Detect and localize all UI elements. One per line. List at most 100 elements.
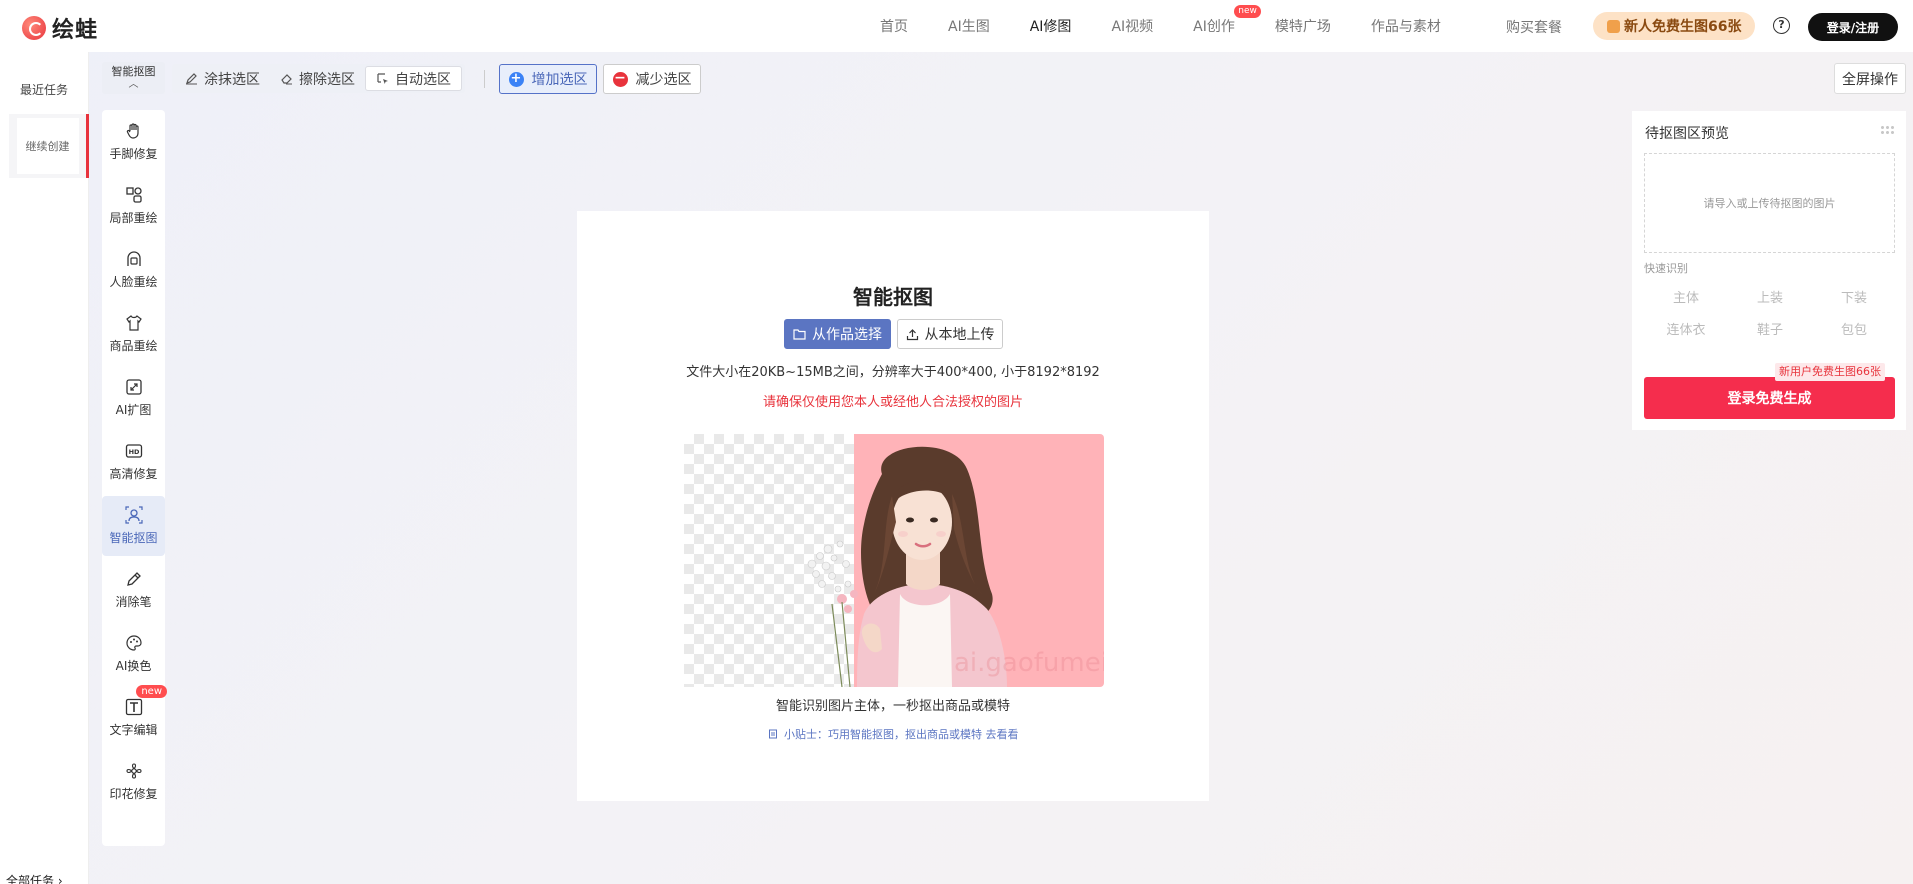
buy-plan-link[interactable]: 购买套餐 bbox=[1506, 17, 1562, 37]
all-tasks-link[interactable]: 全部任务 › bbox=[6, 872, 63, 884]
gift-icon bbox=[1607, 19, 1620, 33]
newbie-promo-button[interactable]: 新人免费生图66张 bbox=[1593, 12, 1756, 40]
tool-print-repair[interactable]: 印花修复 bbox=[102, 752, 165, 812]
login-generate-button[interactable]: 登录免费生成 bbox=[1644, 377, 1895, 419]
tool-label: 商品重绘 bbox=[109, 339, 158, 353]
tip-link[interactable]: 小贴士：巧用智能抠图，抠出商品或模特 去看看 bbox=[577, 726, 1209, 742]
tool-smart-cutout[interactable]: 智能抠图 bbox=[102, 496, 165, 556]
brand-logo[interactable]: 绘蛙 bbox=[22, 12, 98, 44]
folder-icon bbox=[793, 329, 806, 340]
tool-sidebar: 手脚修复 局部重绘 人脸重绘 商品重绘 AI扩图 HD 高清修复 智能抠图 消除… bbox=[102, 110, 167, 846]
chip-subject[interactable]: 主体 bbox=[1646, 287, 1726, 306]
erase-selection-tool[interactable]: 擦除选区 bbox=[270, 66, 365, 91]
hd-icon: HD bbox=[125, 442, 143, 460]
erase-selection-label: 擦除选区 bbox=[299, 71, 355, 88]
auto-select-icon bbox=[377, 73, 388, 84]
chip-top[interactable]: 上装 bbox=[1730, 287, 1810, 306]
upload-local-button[interactable]: 从本地上传 bbox=[897, 319, 1003, 349]
tool-product-redraw[interactable]: 商品重绘 bbox=[102, 304, 165, 364]
tool-face-redraw[interactable]: 人脸重绘 bbox=[102, 240, 165, 300]
demo-caption: 智能识别图片主体，一秒抠出商品或模特 bbox=[775, 699, 1010, 714]
tool-hand-foot-repair[interactable]: 手脚修复 bbox=[102, 112, 165, 172]
login-button[interactable]: 登录/注册 bbox=[1808, 13, 1898, 41]
tool-label: 智能抠图 bbox=[109, 531, 158, 545]
mode-selector[interactable]: 智能抠图 ︿ bbox=[102, 62, 165, 94]
nav-works-materials[interactable]: 作品与素材 bbox=[1371, 16, 1441, 36]
fullscreen-button[interactable]: 全屏操作 bbox=[1834, 63, 1906, 94]
subtract-selection-button[interactable]: − 减少选区 bbox=[603, 64, 701, 94]
tool-text-edit[interactable]: new 文字编辑 bbox=[102, 685, 167, 748]
nav-ai-generate[interactable]: AI生图 bbox=[948, 16, 990, 36]
eraser-pen-icon bbox=[125, 570, 143, 588]
pick-from-works-label: 从作品选择 bbox=[812, 327, 882, 343]
subtract-selection-label: 减少选区 bbox=[635, 72, 692, 88]
tool-label: 文字编辑 bbox=[109, 723, 158, 737]
nav-ai-video[interactable]: AI视频 bbox=[1111, 16, 1153, 36]
nav-ai-retouch[interactable]: AI修图 bbox=[1030, 16, 1072, 36]
chip-shoes[interactable]: 鞋子 bbox=[1730, 319, 1810, 338]
upload-icon bbox=[906, 328, 918, 340]
tool-label: 印花修复 bbox=[109, 787, 158, 801]
add-selection-button[interactable]: + 增加选区 bbox=[499, 64, 597, 94]
preview-placeholder: 请导入或上传待抠图的图片 bbox=[1703, 197, 1836, 210]
expand-icon bbox=[125, 378, 143, 396]
tool-ai-recolor[interactable]: AI换色 bbox=[102, 624, 165, 684]
tool-label: AI扩图 bbox=[115, 403, 152, 417]
preview-panel: 待抠图区预览 请导入或上传待抠图的图片 快速识别 主体 上装 下装 连体衣 鞋子… bbox=[1632, 111, 1906, 430]
tool-eraser-pen[interactable]: 消除笔 bbox=[102, 560, 165, 620]
upload-local-label: 从本地上传 bbox=[924, 327, 995, 343]
new-badge: new bbox=[136, 685, 167, 698]
task-sidebar: 最近任务 继续创建 全部任务 › bbox=[0, 52, 89, 884]
chip-bag[interactable]: 包包 bbox=[1814, 319, 1894, 338]
paint-selection-tool[interactable]: 涂抹选区 bbox=[175, 66, 270, 91]
paint-selection-label: 涂抹选区 bbox=[204, 71, 260, 88]
tool-hd-repair[interactable]: HD 高清修复 bbox=[102, 432, 165, 492]
preview-dropzone[interactable]: 请导入或上传待抠图的图片 bbox=[1644, 153, 1895, 253]
file-requirements: 文件大小在20KB~15MB之间，分辨率大于400*400, 小于8192*81… bbox=[686, 365, 1100, 380]
tip-text: 小贴士：巧用智能抠图，抠出商品或模特 去看看 bbox=[784, 728, 1019, 741]
palette-icon bbox=[125, 634, 143, 652]
drag-handle-icon[interactable] bbox=[1880, 125, 1894, 135]
tool-partial-redraw[interactable]: 局部重绘 bbox=[102, 176, 165, 236]
toolbar-divider bbox=[484, 70, 485, 88]
mode-label: 智能抠图 bbox=[111, 65, 156, 78]
chip-bottom[interactable]: 下装 bbox=[1814, 287, 1894, 306]
upload-card: 智能抠图 从作品选择 从本地上传 文件大小在20KB~15MB之间，分辨率大于4… bbox=[577, 211, 1209, 801]
watermark-text: ai.gaofumei.net bbox=[954, 648, 1104, 678]
help-icon[interactable]: ? bbox=[1773, 17, 1790, 34]
nav-home[interactable]: 首页 bbox=[880, 16, 908, 36]
pick-from-works-button[interactable]: 从作品选择 bbox=[784, 319, 891, 349]
brush-icon bbox=[186, 73, 197, 85]
flower-icon bbox=[125, 762, 143, 780]
nav-model-plaza[interactable]: 模特广场 bbox=[1275, 16, 1331, 36]
cutout-icon bbox=[124, 506, 143, 524]
newbie-offer-badge: 新用户免费生图66张 bbox=[1775, 363, 1885, 381]
face-icon bbox=[125, 250, 143, 268]
tool-label: AI换色 bbox=[115, 659, 152, 673]
chevron-right-icon: › bbox=[57, 874, 63, 884]
nav-ai-create-label: AI创作 bbox=[1193, 19, 1235, 35]
continue-create-label: 继续创建 bbox=[16, 118, 79, 174]
hand-icon bbox=[125, 122, 143, 140]
document-icon bbox=[768, 729, 777, 739]
card-title: 智能抠图 bbox=[853, 285, 933, 309]
tool-label: 手脚修复 bbox=[109, 147, 158, 161]
tool-ai-expand[interactable]: AI扩图 bbox=[102, 368, 165, 428]
top-nav-bar: 绘蛙 首页 AI生图 AI修图 AI视频 AI创作 new 模特广场 作品与素材 … bbox=[0, 0, 1913, 52]
continue-create-card[interactable]: 继续创建 bbox=[9, 114, 89, 178]
cutout-demo-image: ai.gaofumei.net bbox=[684, 434, 1104, 687]
brand-name: 绘蛙 bbox=[52, 18, 99, 43]
quick-recognize-label: 快速识别 bbox=[1644, 262, 1688, 275]
tool-label: 局部重绘 bbox=[109, 211, 158, 225]
main-nav: 首页 AI生图 AI修图 AI视频 AI创作 new 模特广场 作品与素材 bbox=[880, 0, 1481, 52]
eraser-icon bbox=[281, 74, 292, 85]
chip-jumpsuit[interactable]: 连体衣 bbox=[1646, 319, 1726, 338]
tool-label: 人脸重绘 bbox=[109, 275, 158, 289]
recent-tasks-label: 最近任务 bbox=[20, 83, 69, 97]
nav-ai-create[interactable]: AI创作 new bbox=[1193, 5, 1261, 36]
tool-label: 高清修复 bbox=[109, 467, 158, 481]
all-tasks-label: 全部任务 bbox=[6, 874, 55, 884]
shirt-icon bbox=[125, 314, 143, 332]
auto-selection-tool[interactable]: 自动选区 bbox=[365, 66, 462, 91]
svg-text:HD: HD bbox=[128, 448, 139, 456]
